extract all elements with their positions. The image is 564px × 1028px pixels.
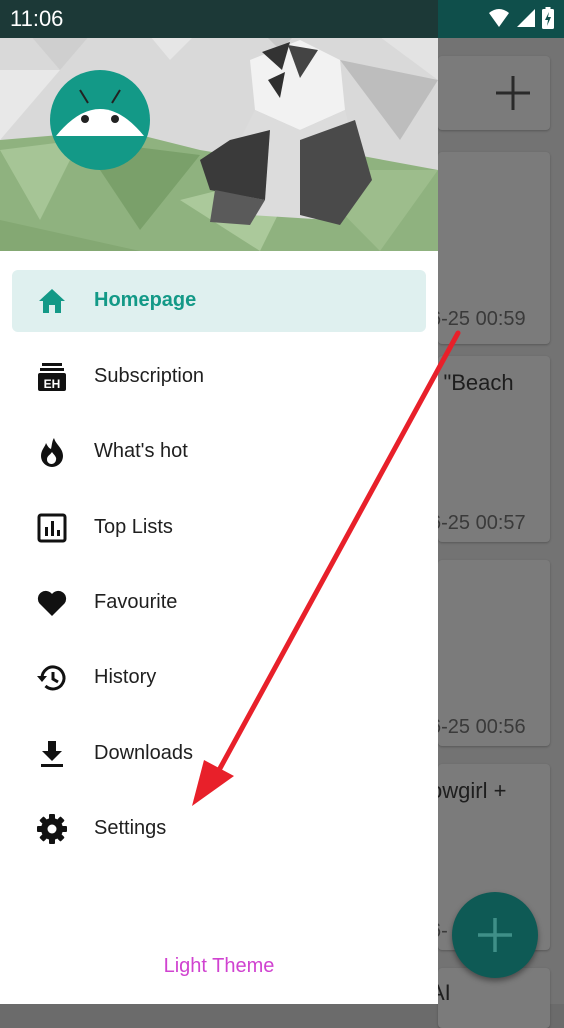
menu-item-label: What's hot (94, 440, 188, 462)
gear-icon (37, 814, 67, 844)
signal-icon (517, 9, 535, 27)
download-icon (41, 741, 63, 767)
svg-text:EH: EH (44, 377, 61, 391)
menu-item-history[interactable]: History (12, 647, 426, 709)
history-icon (37, 665, 66, 691)
wifi-icon (489, 9, 509, 27)
add-icon[interactable] (492, 72, 534, 114)
menu-item-label: Top Lists (94, 516, 173, 538)
background-time: 6-25 00:57 (430, 512, 526, 534)
battery-icon (542, 7, 554, 29)
fab-add-button[interactable] (452, 892, 538, 978)
menu-item-homepage[interactable]: Homepage (12, 270, 426, 332)
menu-item-downloads[interactable]: Downloads (12, 723, 426, 785)
fire-icon (41, 438, 63, 467)
background-snippet: owgirl + (430, 778, 507, 803)
app-logo-avatar (50, 70, 150, 170)
status-time: 11:06 (10, 6, 64, 31)
subscription-icon: EH (38, 363, 66, 391)
menu-item-top-lists[interactable]: Top Lists (12, 497, 426, 559)
theme-toggle-link[interactable]: Light Theme (0, 955, 438, 978)
menu-item-label: Favourite (94, 591, 178, 613)
menu-item-favourite[interactable]: Favourite (12, 572, 426, 634)
menu-item-settings[interactable]: Settings (12, 798, 426, 860)
menu-item-subscription[interactable]: EH Subscription (12, 346, 426, 408)
menu-item-label: Downloads (94, 742, 193, 764)
background-time: 6-25 00:59 (430, 308, 526, 330)
navigation-drawer: Homepage EH Subscription What's hot Top … (0, 0, 438, 1004)
status-bar: 11:06 (0, 0, 564, 38)
menu-item-whats-hot[interactable]: What's hot (12, 421, 426, 483)
background-time: 6-25 00:56 (430, 716, 526, 738)
background-snippet: - "Beach (430, 370, 514, 395)
home-icon (39, 289, 65, 313)
menu-item-label: History (94, 666, 157, 688)
plus-icon (478, 918, 512, 952)
bar-chart-icon (37, 513, 67, 543)
menu-item-label: Settings (94, 817, 167, 839)
heart-icon (37, 590, 67, 616)
menu-item-label: Homepage (94, 289, 197, 311)
menu-item-label: Subscription (94, 365, 205, 387)
